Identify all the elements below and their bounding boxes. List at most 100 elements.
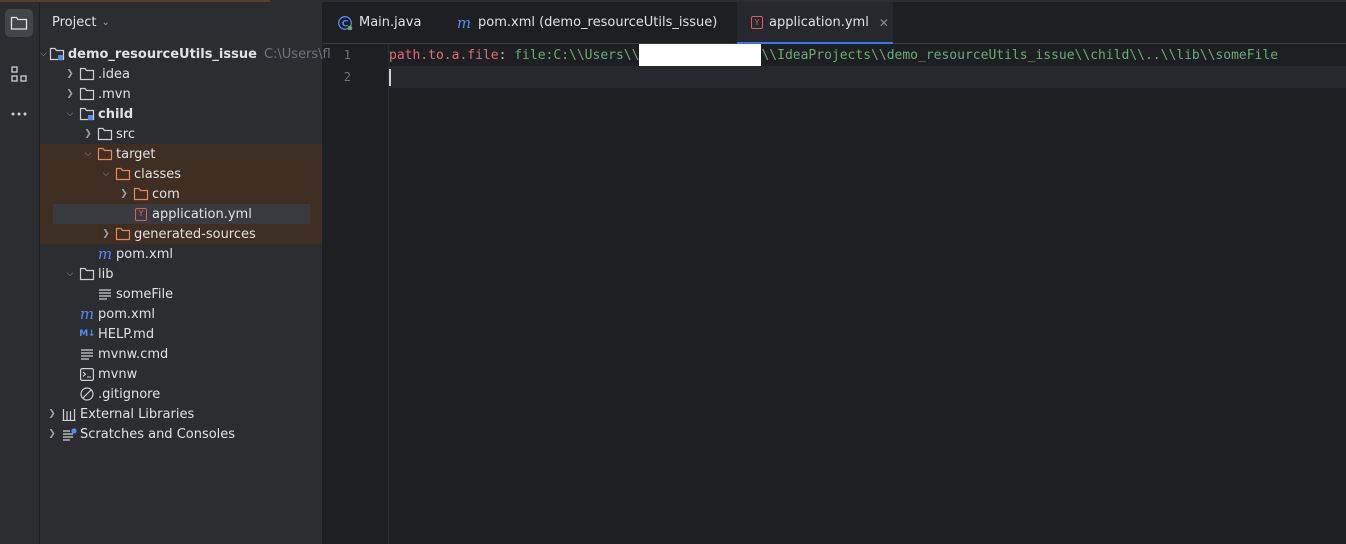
chevron-right-icon[interactable]: ❯ [63, 84, 77, 104]
excluded-folder-icon [133, 186, 149, 202]
tree-item-label: pom.xml [98, 306, 155, 322]
chevron-down-icon[interactable]: ⌵ [63, 104, 77, 124]
tree-item-label: .mvn [98, 86, 131, 102]
yaml-colon: : [498, 47, 507, 63]
tree-item-label: classes [134, 166, 182, 182]
structure-tool-button[interactable] [5, 60, 33, 88]
tree-item-label: target [116, 146, 156, 162]
chevron-down-icon[interactable]: ⌵ [81, 144, 95, 164]
tree-item-application-yml[interactable]: Y application.yml [40, 204, 322, 224]
yaml-file-icon: Y [133, 206, 149, 222]
tab-label: Main.java [359, 15, 422, 30]
chevron-right-icon[interactable]: ❯ [45, 424, 59, 444]
tree-item-child[interactable]: ⌵ child [40, 104, 322, 124]
tree-item-target[interactable]: ⌵ target [40, 144, 322, 164]
terminal-file-icon [79, 366, 95, 382]
chevron-right-icon[interactable]: ❯ [63, 64, 77, 84]
svg-text:C: C [342, 19, 349, 29]
redacted-username [639, 44, 762, 66]
excluded-folder-icon [115, 166, 131, 182]
java-class-icon: C [337, 15, 353, 31]
tree-item-src[interactable]: ❯ src [40, 124, 322, 144]
chevron-down-icon[interactable]: ⌵ [99, 164, 113, 184]
tree-item-root[interactable]: ⌵ demo_resourceUtils_issue C:\Users\fl [40, 44, 331, 64]
maven-file-icon: m [97, 245, 113, 263]
chevron-down-icon[interactable]: ⌄ [101, 17, 109, 28]
more-horizontal-icon [11, 112, 27, 116]
folder-icon [79, 66, 95, 82]
yaml-key: path.to.a.file [389, 47, 499, 63]
tree-item-com[interactable]: ❯ com [40, 184, 322, 204]
module-folder-icon [79, 106, 95, 122]
tree-item-external-libraries[interactable]: ❯ External Libraries [40, 404, 322, 424]
tree-item-idea[interactable]: ❯ .idea [40, 64, 322, 84]
tab-pom-xml[interactable]: m pom.xml (demo_resourceUtils_issue) [442, 2, 740, 43]
module-folder-icon [49, 46, 65, 62]
tree-item-label: mvnw.cmd [98, 346, 169, 362]
maven-file-icon: m [456, 13, 472, 32]
code-editor[interactable]: path.to.a.file: file:C:\\Users\\ \\IdeaPr… [389, 44, 1346, 544]
maven-file-icon: m [79, 305, 95, 323]
tree-item-generated-sources[interactable]: ❯ generated-sources [40, 224, 322, 244]
tab-application-yml[interactable]: Y application.yml ✕ [737, 2, 893, 44]
tree-item-label: com [152, 186, 180, 202]
tree-item-label: .idea [98, 66, 130, 82]
tab-label: pom.xml (demo_resourceUtils_issue) [478, 15, 718, 30]
tree-item-label: someFile [116, 286, 174, 302]
chevron-down-icon[interactable]: ⌵ [63, 264, 77, 284]
more-tools-button[interactable] [5, 100, 33, 128]
tree-item-help-md[interactable]: M↓ HELP.md [40, 324, 322, 344]
scratches-icon [61, 426, 77, 442]
excluded-folder-icon [115, 226, 131, 242]
tree-item-label: .gitignore [98, 386, 161, 402]
chevron-right-icon[interactable]: ❯ [117, 184, 131, 204]
tree-item-mvn[interactable]: ❯ .mvn [40, 84, 322, 104]
ignore-file-icon [79, 386, 95, 402]
tree-item-gitignore[interactable]: .gitignore [40, 384, 322, 404]
tree-item-mvnw[interactable]: mvnw [40, 364, 322, 384]
close-icon[interactable]: ✕ [879, 16, 889, 30]
code-line-2[interactable] [389, 66, 1346, 88]
library-icon [61, 406, 77, 422]
project-panel-header[interactable]: Project ⌄ [40, 2, 322, 42]
excluded-folder-icon [97, 146, 113, 162]
folder-icon [10, 16, 28, 30]
tree-item-somefile[interactable]: someFile [40, 284, 322, 304]
yaml-file-icon: Y [751, 15, 763, 31]
editor-tabs: C Main.java m pom.xml (demo_resourceUtil… [323, 2, 1346, 44]
tree-item-label: HELP.md [98, 326, 155, 342]
tree-item-label: application.yml [152, 206, 252, 222]
editor-gutter: 1 2 [323, 44, 389, 544]
project-panel: Project ⌄ ⌵ demo_resourceUtils_issue C:\… [40, 2, 331, 544]
tree-item-child-pom[interactable]: m pom.xml [40, 244, 322, 264]
yaml-value-suffix: \\IdeaProjects\\demo_resourceUtils_issue… [761, 47, 1279, 63]
folder-icon [79, 86, 95, 102]
tree-item-label: src [116, 126, 135, 142]
tree-item-lib[interactable]: ⌵ lib [40, 264, 322, 284]
tree-item-label: Scratches and Consoles [80, 426, 236, 442]
project-tool-button[interactable] [5, 9, 33, 37]
line-number: 2 [343, 70, 351, 84]
tree-item-label: mvnw [98, 366, 138, 382]
markdown-file-icon: M↓ [79, 329, 95, 339]
chevron-right-icon[interactable]: ❯ [45, 404, 59, 424]
code-line-1[interactable]: path.to.a.file: file:C:\\Users\\ \\IdeaPr… [389, 44, 1346, 66]
tree-item-mvnw-cmd[interactable]: mvnw.cmd [40, 344, 322, 364]
tab-label: application.yml [769, 15, 869, 30]
tree-item-classes[interactable]: ⌵ classes [40, 164, 322, 184]
tree-item-label: child [98, 106, 134, 122]
tree-item-path-hint: C:\Users\fl [263, 46, 331, 62]
tree-item-label: pom.xml [116, 246, 173, 262]
structure-icon [11, 66, 27, 82]
tree-item-label: lib [98, 266, 114, 282]
tree-item-root-pom[interactable]: m pom.xml [40, 304, 322, 324]
chevron-right-icon[interactable]: ❯ [81, 124, 95, 144]
chevron-right-icon[interactable]: ❯ [99, 224, 113, 244]
tree-item-label: generated-sources [134, 226, 256, 242]
yaml-value-prefix: file:C:\\Users\\ [506, 47, 640, 63]
tree-item-scratches[interactable]: ❯ Scratches and Consoles [40, 424, 322, 444]
text-file-icon [79, 346, 95, 362]
tree-item-label: demo_resourceUtils_issue [67, 46, 257, 62]
project-panel-title[interactable]: Project [52, 15, 96, 30]
chevron-down-icon[interactable]: ⌵ [40, 44, 47, 64]
